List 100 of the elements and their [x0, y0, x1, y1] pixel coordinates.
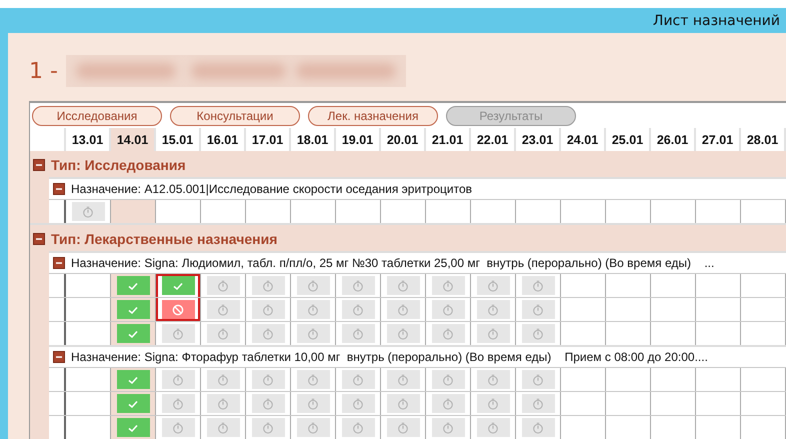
status-tile[interactable] — [162, 418, 194, 437]
collapse-icon[interactable] — [33, 159, 45, 171]
status-tile[interactable] — [386, 276, 420, 295]
status-tile[interactable] — [476, 394, 510, 413]
stopwatch-icon — [217, 398, 229, 410]
status-tile[interactable] — [476, 370, 510, 389]
status-tile[interactable] — [522, 324, 554, 343]
status-tile[interactable] — [206, 276, 240, 295]
status-tile[interactable] — [72, 202, 104, 221]
stopwatch-icon — [397, 422, 409, 434]
filter-button[interactable]: Исследования — [32, 106, 162, 126]
status-tile[interactable] — [342, 394, 374, 413]
stopwatch-icon — [532, 304, 544, 316]
status-tile[interactable] — [386, 394, 420, 413]
stopwatch-icon — [307, 304, 319, 316]
status-tile[interactable] — [342, 370, 374, 389]
collapse-icon[interactable] — [53, 257, 65, 269]
status-tile[interactable] — [296, 418, 330, 437]
status-tile[interactable] — [206, 394, 240, 413]
status-tile[interactable] — [252, 370, 284, 389]
stopwatch-icon — [307, 328, 319, 340]
stopwatch-icon — [487, 422, 499, 434]
collapse-icon[interactable] — [33, 233, 45, 245]
status-tile[interactable] — [116, 324, 150, 343]
filter-button[interactable]: Консультации — [170, 106, 300, 126]
status-tile[interactable] — [296, 276, 330, 295]
window-title: Лист назначений — [652, 12, 780, 28]
stopwatch-icon — [532, 280, 544, 292]
status-tile[interactable] — [162, 370, 194, 389]
status-tile[interactable] — [522, 394, 554, 413]
status-tile[interactable] — [116, 418, 150, 437]
status-tile[interactable] — [252, 394, 284, 413]
status-tile[interactable] — [432, 370, 464, 389]
schedule-cell[interactable] — [111, 368, 156, 391]
stopwatch-icon — [307, 398, 319, 410]
status-tile[interactable] — [206, 370, 240, 389]
schedule-cell[interactable] — [111, 274, 156, 297]
status-tile[interactable] — [522, 418, 554, 437]
status-tile[interactable] — [342, 300, 374, 319]
status-tile[interactable] — [522, 300, 554, 319]
group-title: Тип: Исследования — [51, 157, 186, 173]
status-tile[interactable] — [116, 300, 150, 319]
status-tile[interactable] — [252, 300, 284, 319]
status-tile[interactable] — [252, 418, 284, 437]
collapse-icon[interactable] — [53, 351, 65, 363]
status-tile[interactable] — [206, 418, 240, 437]
stopwatch-icon — [442, 280, 454, 292]
status-tile[interactable] — [342, 324, 374, 343]
stopwatch-icon — [217, 304, 229, 316]
status-tile[interactable] — [116, 394, 150, 413]
status-tile[interactable] — [116, 276, 150, 295]
stopwatch-icon — [532, 422, 544, 434]
status-tile[interactable] — [116, 370, 150, 389]
status-tile[interactable] — [522, 276, 554, 295]
stopwatch-icon — [397, 398, 409, 410]
status-tile[interactable] — [432, 394, 464, 413]
status-tile[interactable] — [342, 418, 374, 437]
filter-button[interactable]: Лек. назначения — [308, 106, 438, 126]
status-tile[interactable] — [162, 394, 194, 413]
schedule-cell[interactable] — [111, 322, 156, 345]
status-tile[interactable] — [162, 276, 194, 295]
status-tile[interactable] — [342, 276, 374, 295]
status-tile[interactable] — [386, 418, 420, 437]
stopwatch-icon — [487, 304, 499, 316]
stopwatch-icon — [442, 328, 454, 340]
status-tile[interactable] — [252, 324, 284, 343]
status-tile[interactable] — [296, 370, 330, 389]
schedule-cell[interactable] — [111, 416, 156, 439]
status-tile[interactable] — [476, 418, 510, 437]
date-header[interactable]: 14.01 — [111, 128, 156, 151]
status-tile[interactable] — [206, 300, 240, 319]
status-tile[interactable] — [296, 300, 330, 319]
status-tile[interactable] — [206, 324, 240, 343]
schedule-cell[interactable] — [156, 298, 201, 321]
stopwatch-icon — [442, 304, 454, 316]
stopwatch-icon — [442, 374, 454, 386]
status-tile[interactable] — [386, 324, 420, 343]
stopwatch-icon — [307, 374, 319, 386]
status-tile[interactable] — [386, 370, 420, 389]
status-tile[interactable] — [162, 324, 194, 343]
status-tile[interactable] — [432, 300, 464, 319]
status-tile[interactable] — [432, 324, 464, 343]
schedule-cell[interactable] — [111, 298, 156, 321]
schedule-cell[interactable] — [156, 274, 201, 297]
status-tile[interactable] — [296, 324, 330, 343]
status-tile[interactable] — [162, 300, 194, 319]
status-tile[interactable] — [476, 324, 510, 343]
collapse-icon[interactable] — [53, 183, 65, 195]
stopwatch-icon — [217, 374, 229, 386]
status-tile[interactable] — [476, 300, 510, 319]
status-tile[interactable] — [476, 276, 510, 295]
status-tile[interactable] — [252, 276, 284, 295]
status-tile[interactable] — [386, 300, 420, 319]
prescription-title: Назначение: Signa: Людиомил, табл. п/пл/о, 25 мг №30 таблетки 25,00 мг внутрь (перорально) (Во время еды) ... — [71, 256, 714, 270]
status-tile[interactable] — [432, 418, 464, 437]
schedule-cell[interactable] — [111, 200, 156, 223]
status-tile[interactable] — [522, 370, 554, 389]
schedule-cell[interactable] — [111, 392, 156, 415]
status-tile[interactable] — [296, 394, 330, 413]
status-tile[interactable] — [432, 276, 464, 295]
